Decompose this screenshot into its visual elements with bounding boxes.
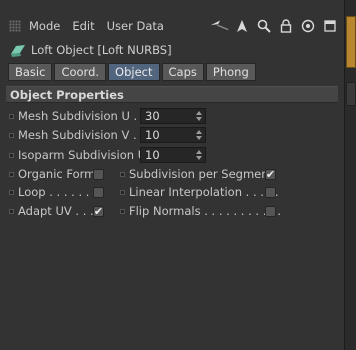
checkbox-label: Adapt UV . . . (18, 204, 94, 218)
menu-user-data[interactable]: User Data (107, 19, 164, 33)
stepper-arrows-icon[interactable] (196, 110, 202, 122)
menu-edit[interactable]: Edit (72, 19, 94, 33)
animation-dot[interactable] (9, 208, 14, 214)
linear-interpolation-checkbox[interactable] (265, 187, 276, 198)
loft-object-icon (11, 45, 25, 57)
stepper-arrows-icon[interactable] (196, 129, 202, 141)
animation-dot[interactable] (120, 171, 125, 177)
subdivision-per-segment-checkbox[interactable]: ✔ (265, 169, 276, 180)
checkmark-icon: ✔ (265, 168, 276, 181)
object-header: Loft Object [Loft NURBS] (0, 40, 344, 60)
checkbox-row-flip-normals: Flip Normals . . . . . . . . . . . (111, 202, 281, 220)
field-value: 10 (145, 128, 160, 142)
mesh-subdivision-u-input[interactable]: 30 (140, 108, 206, 124)
field-row-mesh-subdivision-u: Mesh Subdivision U . . . (0, 107, 152, 125)
field-label: Isoparm Subdivision U (18, 148, 147, 162)
mesh-subdivision-v-input[interactable]: 10 (140, 127, 206, 143)
checkbox-row-loop: Loop . . . . . . . . (0, 183, 104, 201)
side-tab-attributes[interactable] (346, 16, 356, 68)
adapt-uv-checkbox[interactable]: ✔ (93, 206, 104, 217)
animation-dot[interactable] (9, 152, 14, 158)
back-arrow-icon[interactable] (210, 17, 230, 35)
menu-mode[interactable]: Mode (29, 19, 60, 33)
lock-icon[interactable] (276, 17, 296, 35)
animation-dot[interactable] (9, 189, 14, 195)
animation-dot[interactable] (9, 171, 14, 177)
stepper-arrows-icon[interactable] (196, 149, 202, 161)
tab-caps[interactable]: Caps (161, 63, 204, 81)
up-arrow-icon[interactable] (232, 17, 252, 35)
object-title: Loft Object [Loft NURBS] (31, 43, 172, 57)
field-row-mesh-subdivision-v: Mesh Subdivision V . . . (0, 126, 151, 144)
checkbox-row-subdivision-per-segment: Subdivision per Segment (111, 165, 273, 183)
search-icon[interactable] (254, 17, 274, 35)
tab-coord[interactable]: Coord. (54, 63, 107, 81)
animation-dot[interactable] (9, 113, 14, 119)
tab-bar: Basic Coord. Object Caps Phong (8, 63, 256, 81)
tab-phong[interactable]: Phong (205, 63, 256, 81)
organic-form-checkbox[interactable] (93, 169, 104, 180)
animation-dot[interactable] (9, 132, 14, 138)
section-title: Object Properties (10, 87, 124, 102)
attribute-manager: Mode Edit User Data Loft Object [Loft NU… (0, 0, 356, 350)
tab-object[interactable]: Object (108, 63, 160, 81)
checkbox-label: Subdivision per Segment (129, 167, 274, 181)
attribute-panel: Mode Edit User Data Loft Object [Loft NU… (0, 0, 344, 350)
checkbox-label: Organic Form (18, 167, 96, 181)
checkbox-row-adapt-uv: Adapt UV . . . (0, 202, 94, 220)
field-label: Mesh Subdivision U . . . (18, 109, 152, 123)
field-value: 10 (145, 148, 160, 162)
toolbar (210, 16, 340, 36)
checkbox-row-organic-form: Organic Form (0, 165, 95, 183)
checkbox-label: Loop . . . . . . . . (18, 185, 105, 199)
menu-bar: Mode Edit User Data (0, 16, 344, 36)
side-tab-secondary[interactable] (346, 82, 356, 106)
target-icon[interactable] (298, 17, 318, 35)
field-value: 30 (145, 109, 160, 123)
panel-grip-handle[interactable] (9, 20, 21, 32)
checkmark-icon: ✔ (93, 205, 104, 218)
tab-basic[interactable]: Basic (8, 63, 53, 81)
checkbox-row-linear-interpolation: Linear Interpolation . . . . . (111, 183, 279, 201)
new-window-icon[interactable] (320, 17, 340, 35)
animation-dot[interactable] (120, 208, 125, 214)
section-header[interactable]: Object Properties (6, 86, 338, 103)
field-label: Mesh Subdivision V . . . (18, 128, 152, 142)
checkbox-label: Linear Interpolation . . . . . (129, 185, 279, 199)
checkbox-label: Flip Normals . . . . . . . . . . . (129, 204, 281, 218)
field-row-isoparm-subdivision-u: Isoparm Subdivision U (0, 146, 146, 164)
flip-normals-checkbox[interactable] (265, 206, 276, 217)
animation-dot[interactable] (120, 189, 125, 195)
side-tab-strip (344, 0, 356, 350)
loop-checkbox[interactable] (93, 187, 104, 198)
isoparm-subdivision-u-input[interactable]: 10 (140, 147, 206, 163)
